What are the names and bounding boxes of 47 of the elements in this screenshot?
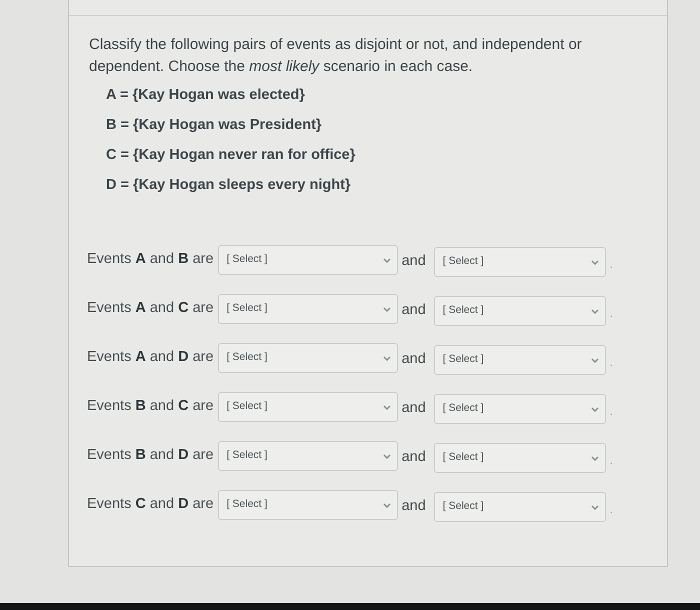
connector-text: and	[402, 252, 426, 272]
question-text: Classify the following pairs of events as disjoint or not, and independent or dependent. Choose the most likely scenario in each case.	[89, 35, 583, 77]
caret-icon	[382, 404, 391, 410]
event-definition: B = {Kay Hogan was President}	[106, 116, 323, 135]
caret-icon	[382, 258, 391, 262]
select-dropdown[interactable]: [ Select ]	[218, 294, 398, 324]
period-text: .	[610, 306, 613, 322]
event-pair-label: Events B and C are	[87, 397, 214, 416]
select-dropdown[interactable]: [ Select ]	[218, 245, 398, 275]
event-pair-label: Events A and B are	[87, 250, 214, 270]
select-dropdown[interactable]: [ Select ]	[434, 394, 606, 424]
event-definition: A = {Kay Hogan was elected}	[106, 86, 306, 105]
period-text: .	[610, 356, 613, 371]
event-pair-label: Events B and D are	[87, 446, 214, 466]
select-dropdown[interactable]: [ Select ]	[218, 392, 398, 422]
caret-icon	[382, 356, 391, 360]
select-dropdown[interactable]: [ Select ]	[218, 343, 398, 373]
caret-icon	[382, 454, 391, 458]
select-dropdown[interactable]: [ Select ]	[434, 296, 606, 326]
caret-icon	[590, 308, 599, 314]
caret-icon	[590, 406, 599, 412]
period-text: .	[610, 404, 613, 420]
select-dropdown[interactable]: [ Select ]	[434, 247, 606, 277]
period-text: .	[610, 454, 613, 469]
period-text: .	[610, 258, 613, 273]
connector-text: and	[402, 448, 426, 468]
connector-text: and	[402, 350, 426, 370]
period-text: .	[610, 502, 613, 518]
event-pair-label: Events C and D are	[87, 495, 214, 514]
select-dropdown[interactable]: [ Select ]	[218, 441, 398, 471]
caret-icon	[590, 456, 599, 460]
event-pair-label: Events A and D are	[87, 348, 214, 368]
connector-text: and	[402, 399, 426, 418]
caret-icon	[590, 260, 599, 264]
caret-icon	[382, 502, 391, 508]
event-definition: C = {Kay Hogan never ran for office}	[106, 146, 356, 165]
event-definition: D = {Kay Hogan sleeps every night}	[106, 176, 352, 195]
select-dropdown[interactable]: [ Select ]	[434, 345, 606, 375]
connector-text: and	[402, 301, 426, 320]
connector-text: and	[402, 497, 426, 516]
caret-icon	[382, 306, 391, 312]
select-dropdown[interactable]: [ Select ]	[218, 490, 398, 520]
caret-icon	[590, 504, 599, 510]
caret-icon	[590, 358, 599, 362]
event-pair-label: Events A and C are	[87, 299, 214, 318]
select-dropdown[interactable]: [ Select ]	[434, 443, 606, 473]
select-dropdown[interactable]: [ Select ]	[434, 492, 606, 522]
